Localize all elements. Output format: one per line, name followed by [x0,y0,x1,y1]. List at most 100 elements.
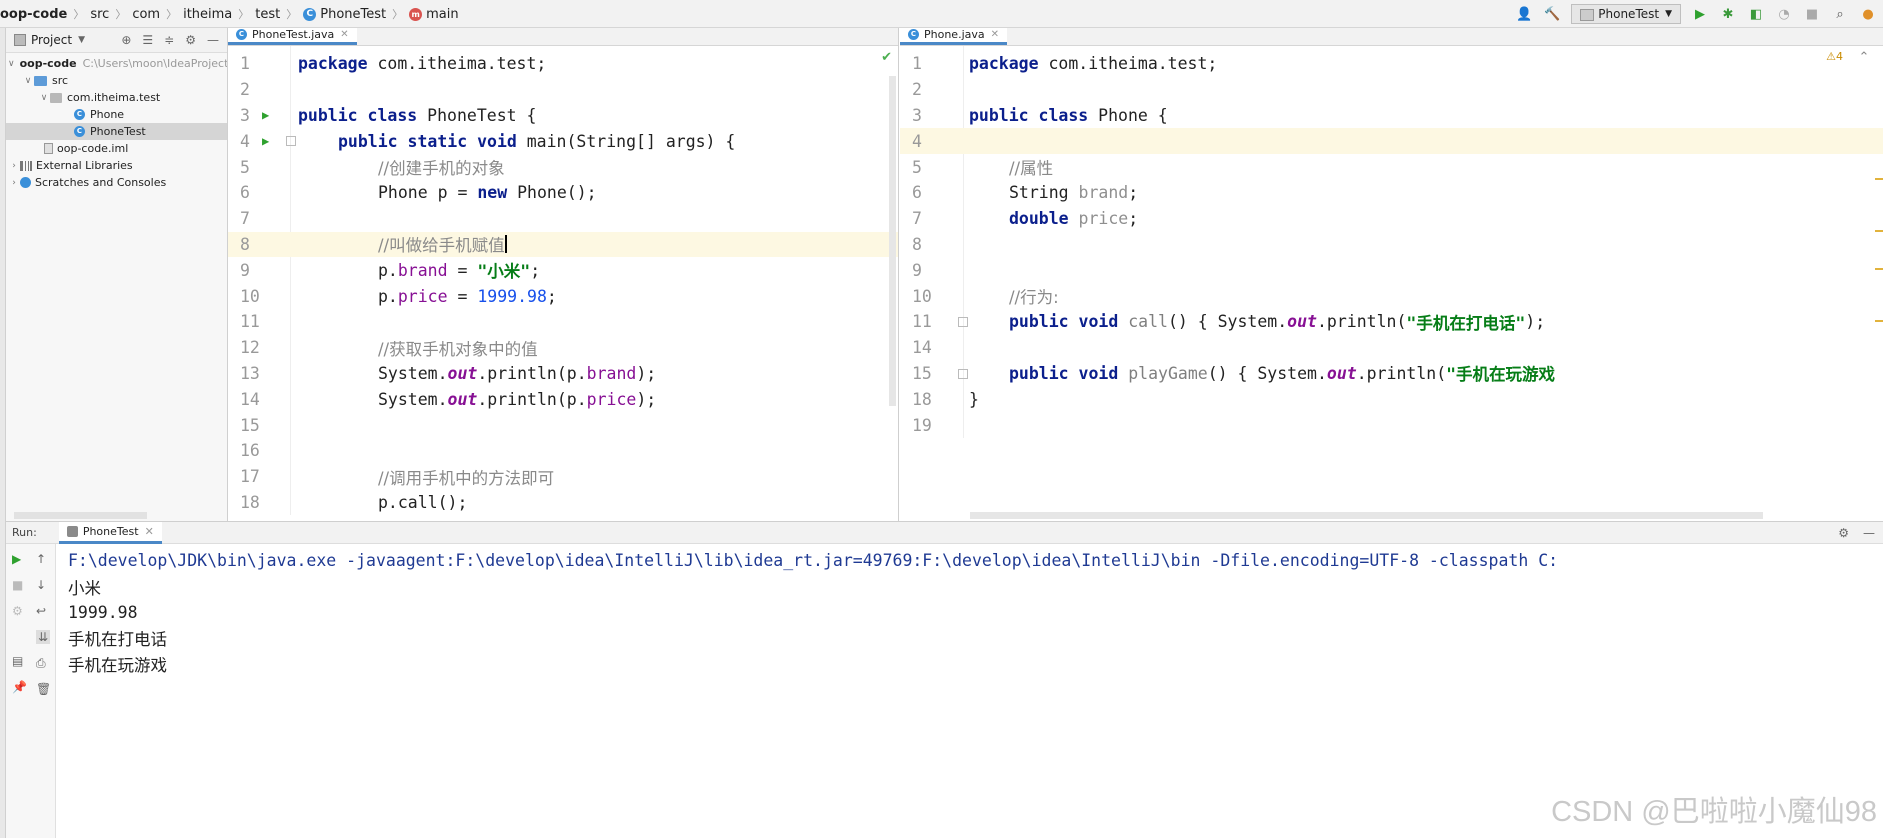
tab-phonetest[interactable]: C PhoneTest.java ✕ [228,28,357,45]
editor-tabs: C PhoneTest.java ✕ [228,28,898,46]
tree-item-scratches[interactable]: › Scratches and Consoles [6,174,227,191]
method-icon: m [409,7,423,21]
coverage-icon[interactable]: ◧ [1747,5,1765,23]
profile-icon[interactable]: ◔ [1775,5,1793,23]
project-horizontal-scrollbar[interactable] [14,512,147,519]
code-area[interactable]: 1 package com.itheima.test; 2 3 ▶ public cl… [228,46,898,516]
fold-icon[interactable] [958,368,968,379]
code-line: 5 //创建手机的对象 [228,154,898,180]
breadcrumb-test[interactable]: test [255,7,280,22]
library-icon [20,160,32,171]
editor-phonetest[interactable]: C PhoneTest.java ✕ ✔ 1 package com.itheim… [228,28,899,521]
pin-icon[interactable]: 📌 [12,680,27,694]
layout-icon[interactable]: ▤ [12,654,23,668]
tab-run-phonetest[interactable]: PhoneTest ✕ [58,521,162,544]
chevron-right-icon: 〉 [73,8,85,21]
expand-all-icon[interactable]: ☰ [142,33,153,47]
chevron-down-icon[interactable]: ▼ [78,35,85,45]
run-icon[interactable]: ▶ [1691,5,1709,23]
print-icon[interactable]: ⎙ [36,656,46,671]
code-text: = [447,260,478,280]
static-field: out [447,363,478,383]
chevron-right-icon: 〉 [115,8,127,21]
project-name: oop-code [0,6,68,22]
minimize-icon[interactable]: — [1863,526,1875,540]
build-hammer-icon[interactable]: 🔨 [1543,5,1561,23]
tree-item-iml[interactable]: oop-code.iml [6,140,227,157]
tree-item-phonetest[interactable]: C PhoneTest [6,123,227,140]
keyword: public class [969,105,1089,125]
close-icon[interactable]: ✕ [145,525,154,538]
stop-icon[interactable]: ■ [12,578,23,592]
breadcrumb-class[interactable]: C PhoneTest [303,7,386,22]
run-gutter-icon[interactable]: ▶ [262,134,269,148]
class-icon: C [236,29,247,40]
tree-item-src[interactable]: ∨ src [6,72,227,89]
warning-stripe[interactable] [1875,230,1883,232]
line-number: 2 [912,80,922,100]
project-panel-title[interactable]: Project [31,33,72,47]
updates-icon[interactable]: ● [1859,5,1877,23]
code-text: System. [378,363,448,383]
trash-icon[interactable]: 🗑 [36,682,51,696]
line-number: 19 [912,415,932,435]
scroll-to-end-icon[interactable]: ⇊ [36,630,51,644]
collapse-all-icon[interactable]: ≑ [164,33,174,47]
close-icon[interactable]: ✕ [991,29,999,40]
code-text: } [969,389,979,409]
code-line: 14 System. out .println(p. price); [228,386,898,412]
minimize-icon[interactable]: — [207,33,219,47]
run-gutter-icon[interactable]: ▶ [262,108,269,122]
breadcrumb-com[interactable]: com [132,7,160,22]
chevron-down-icon: ∨ [24,75,32,86]
file-label: PhoneTest [90,125,146,138]
code-text: = [447,286,478,306]
fold-icon[interactable] [286,136,296,147]
editor-phone[interactable]: C Phone.java ✕ ⚠4 ⌃ 1 package com.itheima… [900,28,1883,521]
class-icon: C [74,109,85,120]
locate-icon[interactable]: ⊕ [121,33,131,47]
console-output-line: 1999.98 [68,602,138,622]
breadcrumb: oop-code 〉 src 〉 com 〉 itheima 〉 test 〉 … [0,0,459,28]
breadcrumb-itheima[interactable]: itheima [183,7,232,22]
console-output[interactable]: F:\develop\JDK\bin\java.exe -javaagent:F… [68,548,1883,677]
close-icon[interactable]: ✕ [340,29,348,40]
editor-horizontal-scrollbar[interactable] [970,512,1763,519]
user-icon[interactable]: 👤 [1515,5,1533,23]
console-output-line: 手机在玩游戏 [68,656,167,676]
line-number: 13 [240,363,260,383]
run-configuration-select[interactable]: PhoneTest ▼ [1571,4,1681,24]
arrow-up-icon[interactable]: ↑ [36,552,46,566]
run-toolbar: 👤 🔨 PhoneTest ▼ ▶ ✱ ◧ ◔ ■ ⌕ ● [1515,0,1877,28]
arrow-down-icon[interactable]: ↓ [36,578,46,592]
tree-item-root[interactable]: ∨ oop-code C:\Users\moon\IdeaProjects [6,55,227,72]
tab-phone[interactable]: C Phone.java ✕ [900,28,1008,45]
tree-item-package[interactable]: ∨ com.itheima.test [6,89,227,106]
breadcrumb-project[interactable]: oop-code [0,7,67,22]
warning-stripe[interactable] [1875,320,1883,322]
tree-item-phone[interactable]: C Phone [6,106,227,123]
code-text: .println( [1356,363,1447,383]
source-folder-icon [34,75,47,86]
keyword: package [969,54,1039,74]
code-line: 16 [228,438,898,464]
rerun-icon[interactable]: ▶ [12,552,21,566]
gear-icon[interactable]: ⚙ [185,33,196,47]
debug-icon[interactable]: ✱ [1719,5,1737,23]
chevron-right-icon: › [12,177,16,188]
breadcrumb-src[interactable]: src [90,7,109,22]
gear-icon[interactable]: ⚙ [1838,526,1849,540]
soft-wrap-icon[interactable]: ↩ [36,604,46,618]
settings-icon[interactable]: ⚙ [12,604,23,618]
fold-icon[interactable] [958,316,968,327]
tree-item-external-libraries[interactable]: › External Libraries [6,157,227,174]
warning-stripe[interactable] [1875,268,1883,270]
code-area[interactable]: 1 package com.itheima.test; 2 3 public cla… [900,46,1883,438]
breadcrumb-method[interactable]: m main [409,6,459,22]
method-name: main [426,6,459,22]
editor-vertical-scrollbar[interactable] [889,76,896,406]
warning-stripe[interactable] [1875,178,1883,180]
code-text: main(String[] args) { [516,131,736,151]
stop-icon[interactable]: ■ [1803,5,1821,23]
search-icon[interactable]: ⌕ [1831,5,1849,23]
